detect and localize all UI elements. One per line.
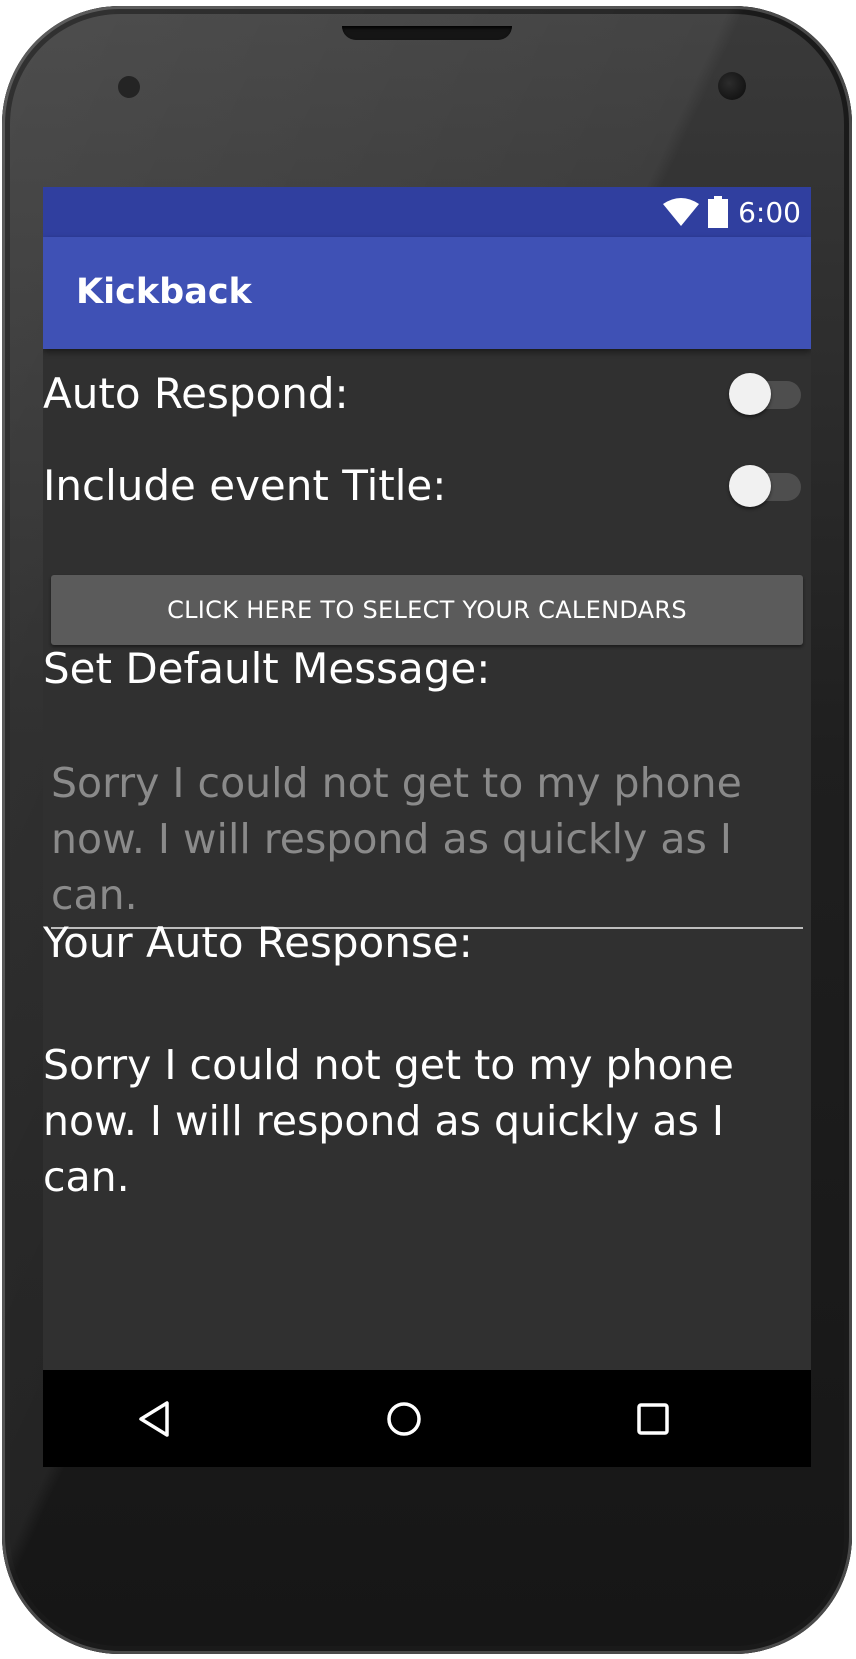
wifi-icon xyxy=(663,198,700,226)
default-message-input[interactable]: Sorry I could not get to my phone now. I… xyxy=(51,755,803,929)
switch-thumb xyxy=(729,373,771,415)
recents-icon[interactable] xyxy=(630,1396,676,1442)
status-time: 6:00 xyxy=(738,195,801,229)
navigation-bar xyxy=(43,1370,811,1467)
default-message-label: Set Default Message: xyxy=(43,644,491,693)
include-title-label: Include event Title: xyxy=(43,461,447,510)
auto-response-label: Your Auto Response: xyxy=(43,918,473,967)
app-bar: Kickback xyxy=(43,237,811,349)
auto-response-text: Sorry I could not get to my phone now. I… xyxy=(43,1041,734,1201)
status-bar: 6:00 xyxy=(43,187,811,237)
app-title: Kickback xyxy=(76,272,252,312)
select-calendars-button[interactable]: CLICK HERE TO SELECT YOUR CALENDARS xyxy=(51,575,803,645)
back-icon[interactable] xyxy=(133,1396,179,1442)
app-screen: 6:00 Kickback Auto Respond: Include even… xyxy=(43,187,811,1467)
auto-respond-switch[interactable] xyxy=(729,373,801,417)
home-icon[interactable] xyxy=(381,1396,427,1442)
front-camera xyxy=(718,72,746,100)
include-title-switch[interactable] xyxy=(729,465,801,509)
auto-respond-label: Auto Respond: xyxy=(43,369,349,418)
earpiece-speaker xyxy=(342,26,512,40)
switch-thumb xyxy=(729,465,771,507)
proximity-sensor xyxy=(118,76,140,98)
battery-icon xyxy=(708,196,729,228)
status-icons: 6:00 xyxy=(662,195,801,229)
